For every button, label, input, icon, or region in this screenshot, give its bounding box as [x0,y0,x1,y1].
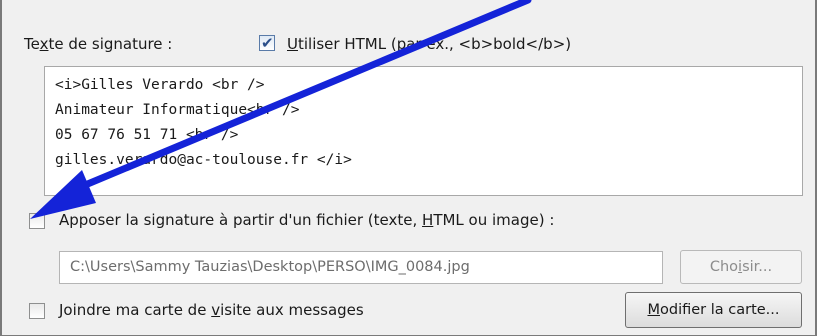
signature-textarea[interactable]: <i>Gilles Verardo <br /> Animateur Infor… [44,66,803,196]
attach-file-checkbox[interactable] [29,213,45,229]
modify-card-button[interactable]: Modifier la carte... [625,292,802,328]
attach-file-label[interactable]: Apposer la signature à partir d'un fichi… [59,211,554,229]
choose-file-button[interactable]: Choisir... [680,250,802,284]
attach-vcard-label[interactable]: Joindre ma carte de visite aux messages [59,301,364,319]
use-html-checkbox[interactable]: ✔ [259,34,275,52]
use-html-label[interactable]: Utiliser HTML (par ex., <b>bold</b>) [287,35,571,53]
signature-text-label: Texte de signature : [24,35,173,53]
signature-settings-panel: Texte de signature : ✔ Utiliser HTML (pa… [0,0,817,336]
signature-file-path-input[interactable]: C:\Users\Sammy Tauzias\Desktop\PERSO\IMG… [59,251,663,284]
attach-vcard-checkbox[interactable] [29,303,45,319]
checkmark-icon: ✔ [261,34,274,52]
